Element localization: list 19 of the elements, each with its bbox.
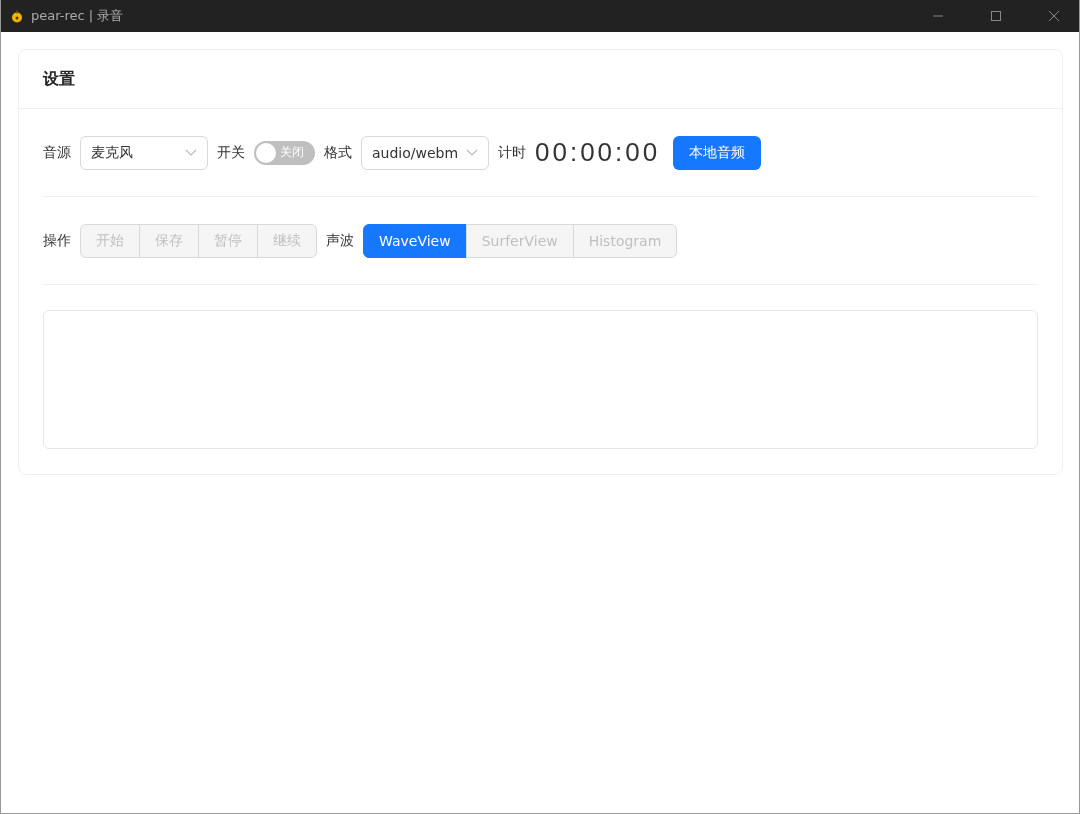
field-label: 声波 [326, 231, 354, 250]
field-label: 音源 [43, 143, 71, 162]
maximize-icon [990, 10, 1002, 22]
field-label: 格式 [324, 143, 352, 162]
toggle-switch[interactable]: 关闭 [254, 140, 315, 165]
source-select[interactable]: 麦克风 [80, 135, 208, 170]
pear-icon [11, 9, 23, 23]
window-title: pear-rec | 录音 [31, 7, 125, 25]
field-label: 操作 [43, 231, 71, 250]
card-title: 设置 [43, 68, 75, 90]
field-label: 开关 [217, 143, 245, 162]
format-select[interactable]: audio/webm [361, 135, 489, 170]
timer-display: 00:00:00 [535, 137, 661, 168]
chevron-down-icon [466, 148, 478, 157]
close-icon [1048, 10, 1060, 22]
field-label: 计时 [498, 143, 526, 162]
local-audio-button[interactable]: 本地音频 [673, 135, 762, 170]
chevron-down-icon [185, 148, 197, 157]
wave-tab[interactable]: WaveView [363, 223, 467, 258]
